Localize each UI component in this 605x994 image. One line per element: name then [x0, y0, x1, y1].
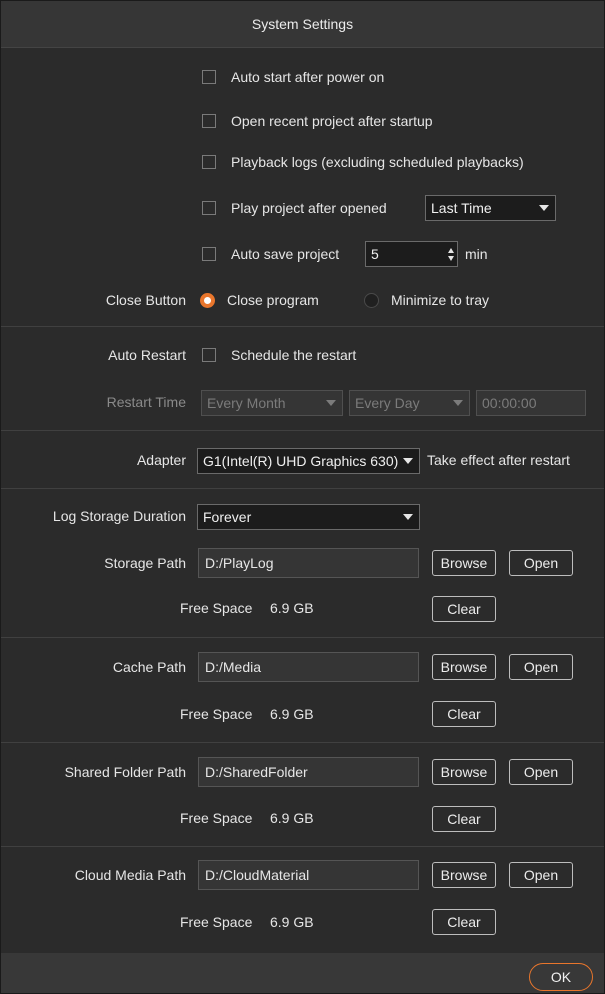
shared-open-button[interactable]: Open [509, 759, 573, 785]
restart-frequency-select[interactable]: Every Month [201, 390, 343, 416]
storage-clear-button[interactable]: Clear [432, 596, 496, 622]
restart-day-value: Every Day [355, 395, 420, 411]
divider [1, 326, 604, 327]
divider [1, 488, 604, 489]
schedule-restart-label: Schedule the restart [231, 347, 357, 363]
cloud-free-space-value: 6.9 GB [270, 914, 314, 930]
cache-free-space-label: Free Space [180, 706, 253, 722]
open-recent-checkbox[interactable] [202, 114, 216, 128]
restart-frequency-value: Every Month [207, 395, 286, 411]
shared-folder-path-value: D:/SharedFolder [205, 764, 308, 780]
spin-down-icon[interactable] [448, 256, 454, 261]
auto-save-checkbox[interactable] [202, 247, 216, 261]
adapter-select[interactable]: G1(Intel(R) UHD Graphics 630) [197, 448, 420, 474]
close-program-label: Close program [227, 292, 319, 308]
storage-free-space-label: Free Space [180, 600, 253, 616]
shared-browse-button[interactable]: Browse [432, 759, 496, 785]
chevron-down-icon [453, 400, 463, 406]
auto-save-value: 5 [371, 246, 379, 262]
shared-folder-path-field[interactable]: D:/SharedFolder [198, 757, 419, 787]
chevron-down-icon [539, 205, 549, 211]
play-after-opened-label: Play project after opened [231, 200, 387, 216]
adapter-label: Adapter [136, 452, 186, 468]
storage-path-value: D:/PlayLog [205, 555, 274, 571]
cloud-clear-button[interactable]: Clear [432, 909, 496, 935]
cache-free-space-value: 6.9 GB [270, 706, 314, 722]
cloud-free-space-label: Free Space [180, 914, 253, 930]
restart-day-select[interactable]: Every Day [349, 390, 470, 416]
playback-logs-checkbox[interactable] [202, 155, 216, 169]
cache-browse-button[interactable]: Browse [432, 654, 496, 680]
window-title: System Settings [251, 16, 354, 32]
shared-free-space-label: Free Space [180, 810, 253, 826]
adapter-value: G1(Intel(R) UHD Graphics 630) [203, 453, 399, 469]
storage-browse-button[interactable]: Browse [432, 550, 496, 576]
restart-time-input[interactable]: 00:00:00 [476, 390, 586, 416]
cloud-media-path-value: D:/CloudMaterial [205, 867, 310, 883]
minimize-to-tray-radio[interactable] [364, 293, 379, 308]
auto-start-label: Auto start after power on [231, 69, 385, 85]
cache-path-value: D:/Media [205, 659, 262, 675]
playback-logs-label: Playback logs (excluding scheduled playb… [231, 154, 524, 170]
cache-path-label: Cache Path [112, 659, 186, 675]
chevron-down-icon [403, 458, 413, 464]
storage-open-button[interactable]: Open [509, 550, 573, 576]
cloud-open-button[interactable]: Open [509, 862, 573, 888]
play-after-opened-checkbox[interactable] [202, 201, 216, 215]
open-recent-label: Open recent project after startup [231, 113, 433, 129]
shared-folder-path-label: Shared Folder Path [64, 764, 186, 780]
chevron-down-icon [403, 514, 413, 520]
schedule-restart-checkbox[interactable] [202, 348, 216, 362]
close-button-label: Close Button [105, 292, 186, 308]
log-storage-duration-label: Log Storage Duration [52, 508, 186, 524]
shared-free-space-value: 6.9 GB [270, 810, 314, 826]
adapter-note: Take effect after restart [427, 452, 570, 468]
log-storage-duration-select[interactable]: Forever [197, 504, 420, 530]
cache-open-button[interactable]: Open [509, 654, 573, 680]
cloud-media-path-field[interactable]: D:/CloudMaterial [198, 860, 419, 890]
title-bar: System Settings [1, 1, 604, 48]
auto-save-spinbox[interactable]: 5 [365, 241, 458, 267]
system-settings-dialog: System Settings Auto start after power o… [0, 0, 605, 994]
divider [1, 637, 604, 638]
auto-start-checkbox[interactable] [202, 70, 216, 84]
auto-restart-label: Auto Restart [108, 347, 186, 363]
storage-path-field[interactable]: D:/PlayLog [198, 548, 419, 578]
cloud-browse-button[interactable]: Browse [432, 862, 496, 888]
auto-save-unit: min [465, 246, 488, 262]
shared-clear-button[interactable]: Clear [432, 806, 496, 832]
dialog-footer [1, 953, 604, 993]
cache-clear-button[interactable]: Clear [432, 701, 496, 727]
divider [1, 846, 604, 847]
restart-time-label: Restart Time [106, 394, 186, 410]
log-storage-duration-value: Forever [203, 509, 252, 525]
restart-time-value: 00:00:00 [482, 395, 537, 411]
play-after-opened-value: Last Time [431, 200, 492, 216]
minimize-to-tray-label: Minimize to tray [391, 292, 490, 308]
ok-button[interactable]: OK [529, 963, 593, 991]
cloud-media-path-label: Cloud Media Path [74, 867, 186, 883]
storage-free-space-value: 6.9 GB [270, 600, 314, 616]
close-program-radio[interactable] [200, 293, 215, 308]
storage-path-label: Storage Path [104, 555, 186, 571]
spin-up-icon[interactable] [448, 248, 454, 253]
auto-save-label: Auto save project [231, 246, 340, 262]
play-after-opened-select[interactable]: Last Time [425, 195, 556, 221]
divider [1, 430, 604, 431]
chevron-down-icon [326, 400, 336, 406]
cache-path-field[interactable]: D:/Media [198, 652, 419, 682]
divider [1, 742, 604, 743]
